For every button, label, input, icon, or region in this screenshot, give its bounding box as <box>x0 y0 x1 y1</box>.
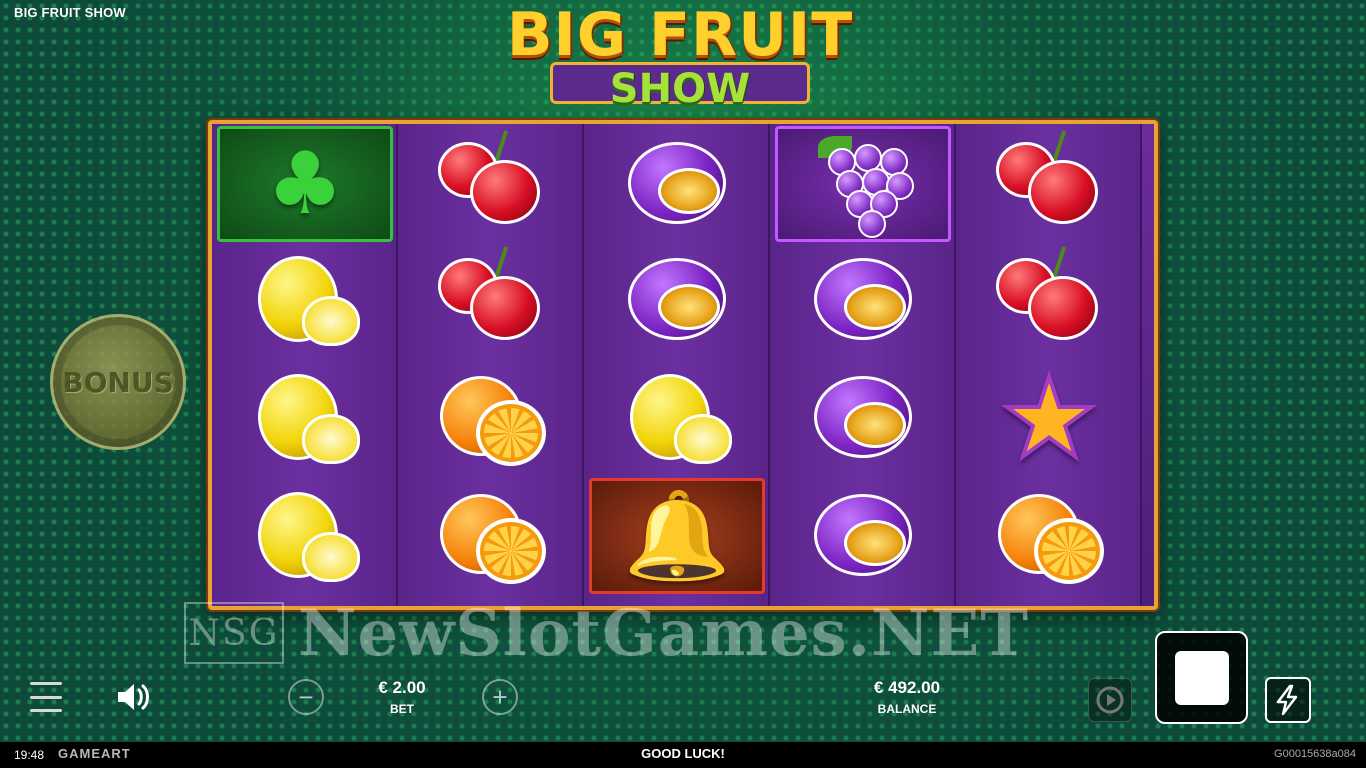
bet-display: € 2.00 BET <box>352 678 452 716</box>
reel-cell <box>589 360 765 476</box>
game-logo: BIG FRUIT SHOW <box>470 0 890 118</box>
plum-symbol <box>622 252 732 348</box>
minus-icon: − <box>298 682 314 712</box>
reel-cell <box>775 126 951 242</box>
plus-icon: + <box>492 682 508 712</box>
reel-cell: 🔔 <box>589 478 765 594</box>
reel-5: ★ <box>956 124 1142 606</box>
reel-cell <box>403 126 579 242</box>
lemon-symbol <box>622 370 732 466</box>
menu-icon[interactable] <box>28 682 64 712</box>
reel-2 <box>398 124 584 606</box>
lemon-symbol <box>250 252 360 348</box>
lemon-symbol <box>250 488 360 584</box>
plum-symbol <box>808 370 918 466</box>
autoplay-button[interactable] <box>1088 678 1132 722</box>
reel-cell <box>961 126 1137 242</box>
reel-cell <box>403 242 579 358</box>
status-message: GOOD LUCK! <box>641 746 725 761</box>
clover-symbol: ♣ <box>266 134 344 234</box>
reel-cell: ♣ <box>217 126 393 242</box>
reel-1: ♣ <box>212 124 398 606</box>
balance-label: BALANCE <box>877 702 937 716</box>
watermark: NSG NewSlotGames.NET <box>184 596 1029 671</box>
cherry-symbol <box>436 246 546 348</box>
logo-line1: BIG FRUIT <box>506 0 854 70</box>
spin-stop-button[interactable] <box>1155 631 1248 724</box>
turbo-icon <box>1276 684 1298 716</box>
bet-increase-button[interactable]: + <box>482 679 518 715</box>
reel-cell <box>775 242 951 358</box>
footer-bar: 19:48 GAMEART GOOD LUCK! G00015638a084 <box>0 742 1366 768</box>
bonus-button[interactable]: BONUS <box>50 314 186 450</box>
autoplay-icon <box>1096 686 1124 714</box>
reel-cell <box>217 478 393 594</box>
bet-value: € 2.00 <box>378 678 426 697</box>
reel-4 <box>770 124 956 606</box>
sound-icon[interactable] <box>112 680 156 714</box>
reel-cell <box>403 478 579 594</box>
cherry-symbol <box>436 130 546 232</box>
logo-line2: SHOW <box>609 66 751 112</box>
reel-cell <box>217 242 393 358</box>
watermark-logo: NSG <box>184 602 284 664</box>
plum-symbol <box>808 488 918 584</box>
reel-area: ♣ 🔔 ★ <box>208 120 1158 610</box>
orange-symbol <box>994 488 1104 584</box>
reel-cell <box>961 478 1137 594</box>
cherry-symbol <box>994 246 1104 348</box>
reel-cell <box>217 360 393 476</box>
lemon-symbol <box>250 370 360 466</box>
balance-display: € 492.00 BALANCE <box>852 678 962 716</box>
reel-cell <box>961 242 1137 358</box>
star-symbol: ★ <box>998 354 1101 482</box>
orange-symbol <box>436 370 546 466</box>
cherry-symbol <box>994 130 1104 232</box>
game-title: BIG FRUIT SHOW <box>14 5 126 20</box>
stop-icon <box>1174 650 1229 705</box>
bonus-label: BONUS <box>62 365 174 399</box>
bell-symbol: 🔔 <box>623 486 731 586</box>
grapes-symbol <box>808 136 918 238</box>
bet-decrease-button[interactable]: − <box>288 679 324 715</box>
plum-symbol <box>622 136 732 232</box>
balance-value: € 492.00 <box>873 678 941 697</box>
reel-cell <box>775 360 951 476</box>
reel-cell <box>589 126 765 242</box>
turbo-button[interactable] <box>1265 677 1311 723</box>
reel-cell: ★ <box>961 360 1137 476</box>
reel-cell <box>589 242 765 358</box>
bet-label: BET <box>390 702 414 716</box>
reel-cell <box>775 478 951 594</box>
orange-symbol <box>436 488 546 584</box>
watermark-text: NewSlotGames.NET <box>298 595 1029 671</box>
game-id: G00015638a084 <box>1274 748 1356 760</box>
reel-cell <box>403 360 579 476</box>
plum-symbol <box>808 252 918 348</box>
reel-3: 🔔 <box>584 124 770 606</box>
